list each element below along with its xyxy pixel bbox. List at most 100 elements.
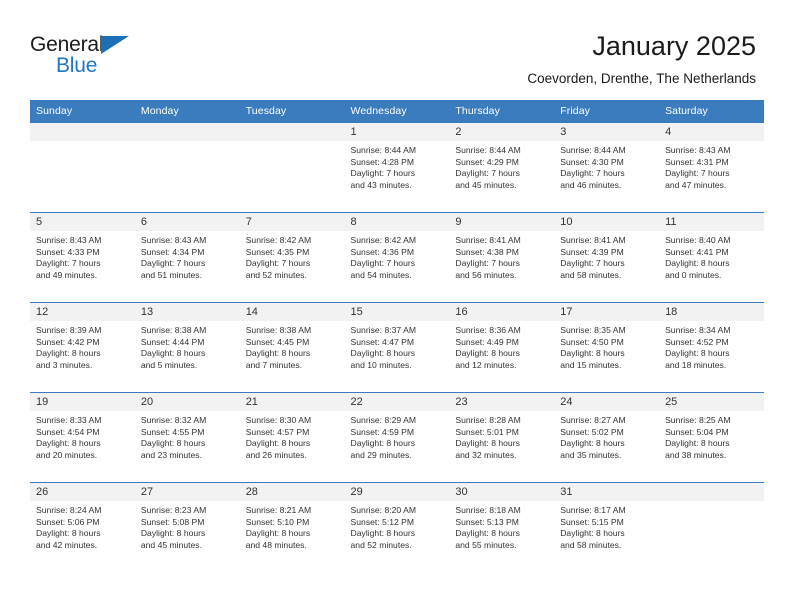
calendar-day-cell[interactable]: 1 Sunrise: 8:44 AM Sunset: 4:28 PM Daylight… [344,122,450,213]
calendar-day-cell[interactable]: 8 Sunrise: 8:42 AM Sunset: 4:36 PM Daylight… [344,212,450,303]
calendar-day-cell-empty [134,122,240,213]
sunset-time: Sunset: 4:28 PM [350,156,415,167]
sunset-time: Sunset: 4:57 PM [245,426,310,437]
calendar-day-cell[interactable]: 20 Sunrise: 8:32 AM Sunset: 4:55 PM Dayligh… [134,392,240,483]
sunrise-time: Sunrise: 8:27 AM [560,415,626,425]
general-blue-logo[interactable]: General Blue [30,28,150,80]
calendar-day-cell[interactable]: 17 Sunrise: 8:35 AM Sunset: 4:50 PM Dayligh… [554,302,660,393]
sunset-time: Sunset: 4:35 PM [245,246,310,257]
daylight-duration-line1: Daylight: 8 hours [350,528,416,539]
daylight-duration-line1: Daylight: 7 hours [455,258,520,269]
daylight-duration-line2: and 47 minutes. [665,179,727,190]
daylight-duration-line2: and 51 minutes. [140,269,202,280]
daylight-duration-line1: Daylight: 8 hours [140,438,206,449]
daylight-duration-line1: Daylight: 8 hours [36,528,101,539]
calendar-day-cell[interactable]: 23 Sunrise: 8:28 AM Sunset: 5:01 PM Dayligh… [449,392,555,483]
sunset-time: Sunset: 4:31 PM [665,156,729,167]
day-details: Sunrise: 8:32 AM Sunset: 4:55 PM Daylight:… [135,411,240,461]
sunset-time: Sunset: 4:54 PM [36,426,100,437]
calendar-day-cell[interactable]: 14 Sunrise: 8:38 AM Sunset: 4:45 PM Dayligh… [239,302,345,393]
sunset-time: Sunset: 4:59 PM [350,426,415,437]
calendar-day-cell[interactable]: 7 Sunrise: 8:42 AM Sunset: 4:35 PM Daylight… [239,212,345,303]
calendar-day-cell[interactable]: 11 Sunrise: 8:40 AM Sunset: 4:41 PM Dayligh… [659,212,764,303]
day-details: Sunrise: 8:20 AM Sunset: 5:12 PM Daylight:… [345,501,450,551]
calendar-day-cell[interactable]: 16 Sunrise: 8:36 AM Sunset: 4:49 PM Dayligh… [449,302,555,393]
weekday-header-thursday: Thursday [449,100,555,123]
sunrise-time: Sunrise: 8:18 AM [455,505,521,515]
daylight-duration-line1: Daylight: 7 hours [140,258,206,269]
calendar-day-cell[interactable]: 9 Sunrise: 8:41 AM Sunset: 4:38 PM Daylight… [449,212,555,303]
daylight-duration-line2: and 29 minutes. [350,449,412,460]
calendar-day-cell[interactable]: 30 Sunrise: 8:18 AM Sunset: 5:13 PM Dayligh… [449,482,555,573]
calendar-day-cell[interactable]: 3 Sunrise: 8:44 AM Sunset: 4:30 PM Daylight… [554,122,660,213]
day-number: 16 [449,303,555,321]
day-number: 20 [134,393,240,411]
calendar-day-cell[interactable]: 13 Sunrise: 8:38 AM Sunset: 4:44 PM Dayligh… [134,302,240,393]
logo-text-blue: Blue [56,54,98,77]
sunset-time: Sunset: 4:55 PM [140,426,205,437]
calendar-day-cell[interactable]: 22 Sunrise: 8:29 AM Sunset: 4:59 PM Dayligh… [344,392,450,483]
daylight-duration-line2: and 32 minutes. [455,449,517,460]
daylight-duration-line2: and 58 minutes. [560,539,622,550]
sunset-time: Sunset: 5:15 PM [560,516,624,527]
weekday-header-friday: Friday [554,100,660,123]
calendar-day-cell[interactable]: 25 Sunrise: 8:25 AM Sunset: 5:04 PM Dayligh… [659,392,764,483]
sunrise-time: Sunrise: 8:38 AM [140,325,207,335]
calendar-day-cell[interactable]: 2 Sunrise: 8:44 AM Sunset: 4:29 PM Daylight… [449,122,555,213]
calendar-day-cell[interactable]: 31 Sunrise: 8:17 AM Sunset: 5:15 PM Dayligh… [554,482,660,573]
calendar-day-cell[interactable]: 19 Sunrise: 8:33 AM Sunset: 4:54 PM Dayligh… [30,392,135,483]
day-details: Sunrise: 8:24 AM Sunset: 5:06 PM Daylight:… [30,501,135,551]
sunrise-time: Sunrise: 8:20 AM [350,505,416,515]
day-number: 28 [239,483,345,501]
day-number [134,123,240,141]
day-details: Sunrise: 8:39 AM Sunset: 4:42 PM Daylight:… [30,321,135,371]
day-details: Sunrise: 8:41 AM Sunset: 4:39 PM Daylight:… [554,231,659,281]
calendar-day-cell[interactable]: 6 Sunrise: 8:43 AM Sunset: 4:34 PM Daylight… [134,212,240,303]
daylight-duration-line1: Daylight: 8 hours [560,438,625,449]
sunrise-time: Sunrise: 8:33 AM [36,415,102,425]
sunrise-time: Sunrise: 8:35 AM [560,325,626,335]
day-number: 13 [134,303,240,321]
day-details: Sunrise: 8:25 AM Sunset: 5:04 PM Daylight:… [659,411,764,461]
logo-text-general: General [30,33,104,56]
day-details: Sunrise: 8:27 AM Sunset: 5:02 PM Daylight:… [554,411,659,461]
calendar-day-cell[interactable]: 28 Sunrise: 8:21 AM Sunset: 5:10 PM Dayligh… [239,482,345,573]
daylight-duration-line2: and 20 minutes. [36,449,98,460]
sunrise-time: Sunrise: 8:42 AM [350,235,416,245]
sunrise-time: Sunrise: 8:38 AM [245,325,312,335]
calendar-day-cell[interactable]: 15 Sunrise: 8:37 AM Sunset: 4:47 PM Dayligh… [344,302,450,393]
calendar-day-cell[interactable]: 27 Sunrise: 8:23 AM Sunset: 5:08 PM Dayligh… [134,482,240,573]
daylight-duration-line2: and 15 minutes. [560,359,622,370]
sunset-time: Sunset: 4:39 PM [560,246,624,257]
page-subtitle: Coevorden, Drenthe, The Netherlands [527,71,756,86]
day-number: 27 [134,483,240,501]
sunset-time: Sunset: 4:34 PM [140,246,205,257]
day-details: Sunrise: 8:37 AM Sunset: 4:47 PM Daylight:… [345,321,450,371]
calendar-day-cell[interactable]: 4 Sunrise: 8:43 AM Sunset: 4:31 PM Daylight… [659,122,764,213]
daylight-duration-line2: and 43 minutes. [350,179,412,190]
daylight-duration-line1: Daylight: 8 hours [140,528,206,539]
sunrise-time: Sunrise: 8:43 AM [665,145,731,155]
day-number: 29 [344,483,450,501]
calendar-day-cell[interactable]: 24 Sunrise: 8:27 AM Sunset: 5:02 PM Dayligh… [554,392,660,483]
sunset-time: Sunset: 5:02 PM [560,426,624,437]
calendar-day-cell[interactable]: 5 Sunrise: 8:43 AM Sunset: 4:33 PM Daylight… [30,212,135,303]
calendar-day-cell[interactable]: 18 Sunrise: 8:34 AM Sunset: 4:52 PM Dayligh… [659,302,764,393]
daylight-duration-line1: Daylight: 8 hours [665,348,730,359]
sunset-time: Sunset: 5:12 PM [350,516,415,527]
sunset-time: Sunset: 4:41 PM [665,246,729,257]
day-number: 7 [239,213,345,231]
daylight-duration-line1: Daylight: 8 hours [455,438,520,449]
calendar-week-row: 12 Sunrise: 8:39 AM Sunset: 4:42 PM Dayligh… [30,302,764,393]
calendar-day-cell[interactable]: 26 Sunrise: 8:24 AM Sunset: 5:06 PM Dayligh… [30,482,135,573]
calendar-day-cell[interactable]: 21 Sunrise: 8:30 AM Sunset: 4:57 PM Dayligh… [239,392,345,483]
calendar-day-cell[interactable]: 29 Sunrise: 8:20 AM Sunset: 5:12 PM Dayligh… [344,482,450,573]
sunrise-time: Sunrise: 8:44 AM [350,145,416,155]
weekday-header-wednesday: Wednesday [344,100,450,123]
day-details: Sunrise: 8:44 AM Sunset: 4:29 PM Daylight:… [449,141,554,191]
calendar-day-cell[interactable]: 10 Sunrise: 8:41 AM Sunset: 4:39 PM Dayligh… [554,212,660,303]
calendar-header-row: Sunday Monday Tuesday Wednesday Thursday… [30,100,764,123]
calendar-day-cell[interactable]: 12 Sunrise: 8:39 AM Sunset: 4:42 PM Dayligh… [30,302,135,393]
daylight-duration-line1: Daylight: 7 hours [560,258,625,269]
sunset-time: Sunset: 4:29 PM [455,156,519,167]
